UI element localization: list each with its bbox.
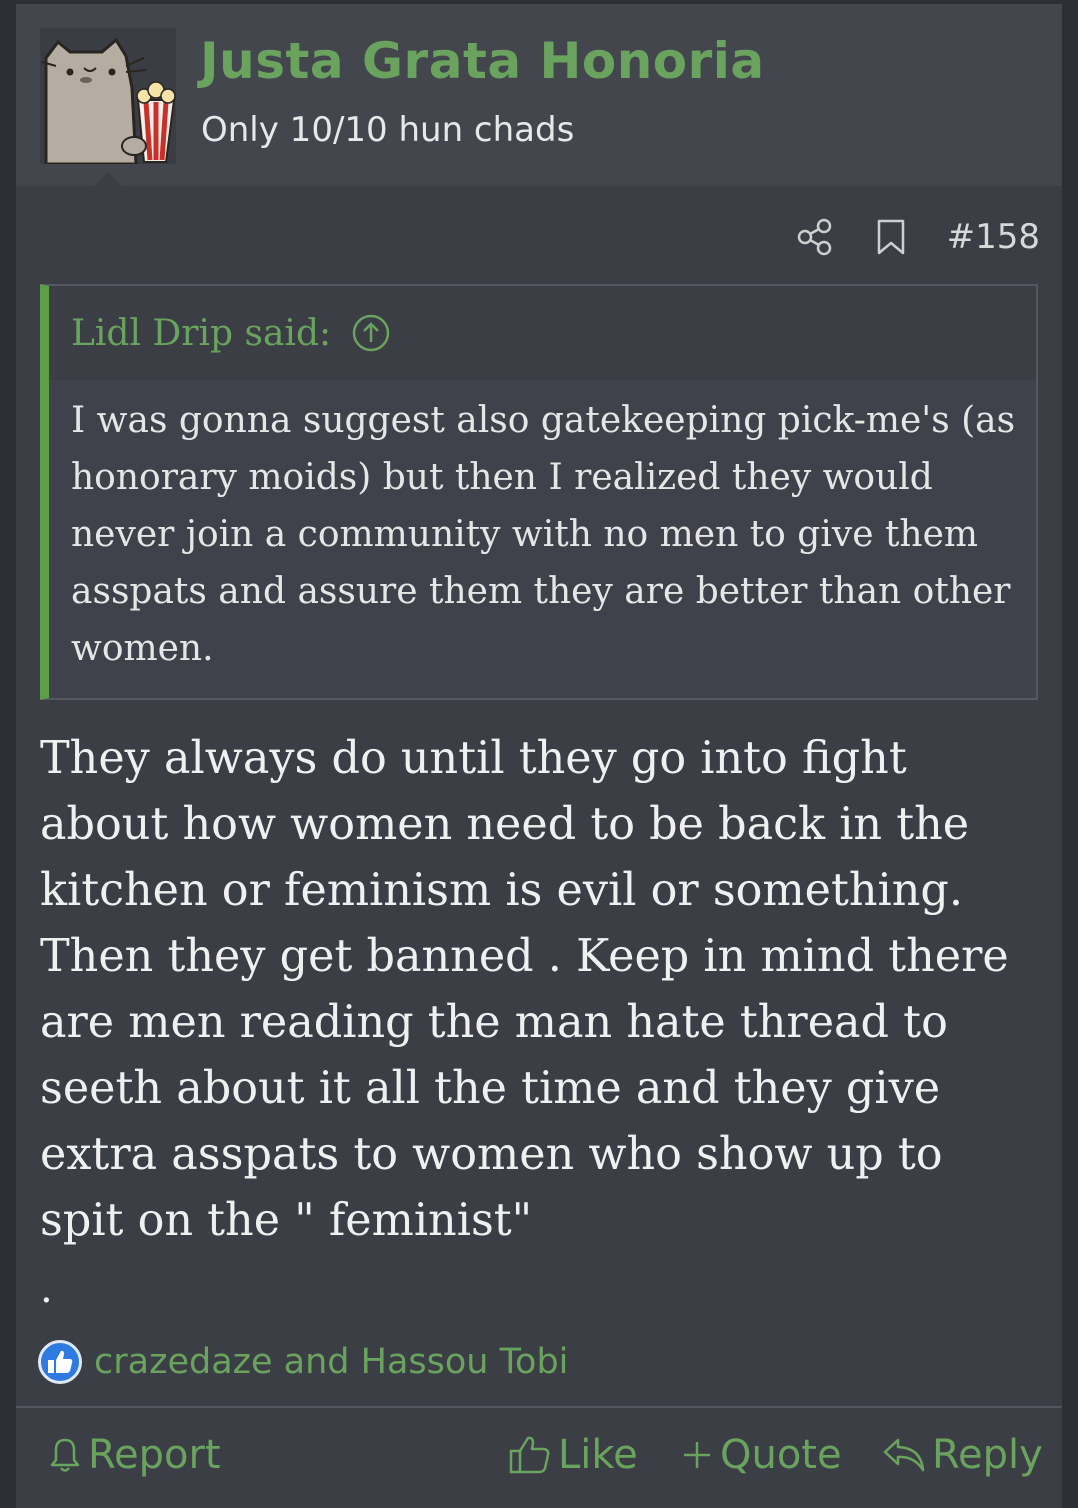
like-label: Like (558, 1432, 638, 1478)
arrow-up-icon[interactable] (351, 313, 391, 353)
post-container: Justa Grata Honoria Only 10/10 hun chads… (16, 4, 1062, 1508)
share-icon[interactable] (795, 217, 835, 257)
quote-label: Quote (720, 1432, 842, 1478)
post-message: They always do until they go into fight … (40, 733, 1009, 1246)
report-label: Report (88, 1432, 221, 1478)
header-pointer (94, 172, 122, 186)
thumbs-up-icon (38, 1340, 82, 1384)
quote-author[interactable]: Lidl Drip said: (71, 313, 331, 354)
post-number-link[interactable]: #158 (947, 217, 1040, 257)
reaction-users-link[interactable]: crazedaze and Hassou Tobi (94, 1342, 568, 1382)
avatar[interactable] (40, 28, 176, 164)
quote-button[interactable]: Quote (680, 1432, 842, 1478)
reply-button[interactable]: Reply (882, 1432, 1043, 1478)
footer-divider (16, 1406, 1062, 1408)
like-button[interactable]: Like (508, 1432, 638, 1478)
plus-icon (684, 1442, 710, 1468)
reactions-bar[interactable]: crazedaze and Hassou Tobi (38, 1336, 568, 1388)
post-tools: #158 (795, 212, 1040, 262)
quote-header: Lidl Drip said: (49, 286, 1036, 380)
post-actions: Report Like Quote Reply (16, 1420, 1062, 1490)
report-button[interactable]: Report (48, 1432, 221, 1478)
bell-icon (50, 1438, 80, 1472)
username[interactable]: Justa Grata Honoria (200, 32, 765, 90)
trailing-text: . (40, 1266, 53, 1312)
thumbs-up-outline-icon (509, 1436, 550, 1474)
bookmark-icon[interactable] (871, 217, 911, 257)
reply-label: Reply (932, 1432, 1043, 1478)
user-title: Only 10/10 hun chads (201, 110, 575, 150)
reply-icon (883, 1438, 925, 1472)
quote-text: I was gonna suggest also gatekeeping pic… (71, 400, 1016, 669)
post-user-header: Justa Grata Honoria Only 10/10 hun chads (16, 4, 1062, 186)
quote-block: Lidl Drip said: I was gonna suggest also… (40, 284, 1038, 700)
